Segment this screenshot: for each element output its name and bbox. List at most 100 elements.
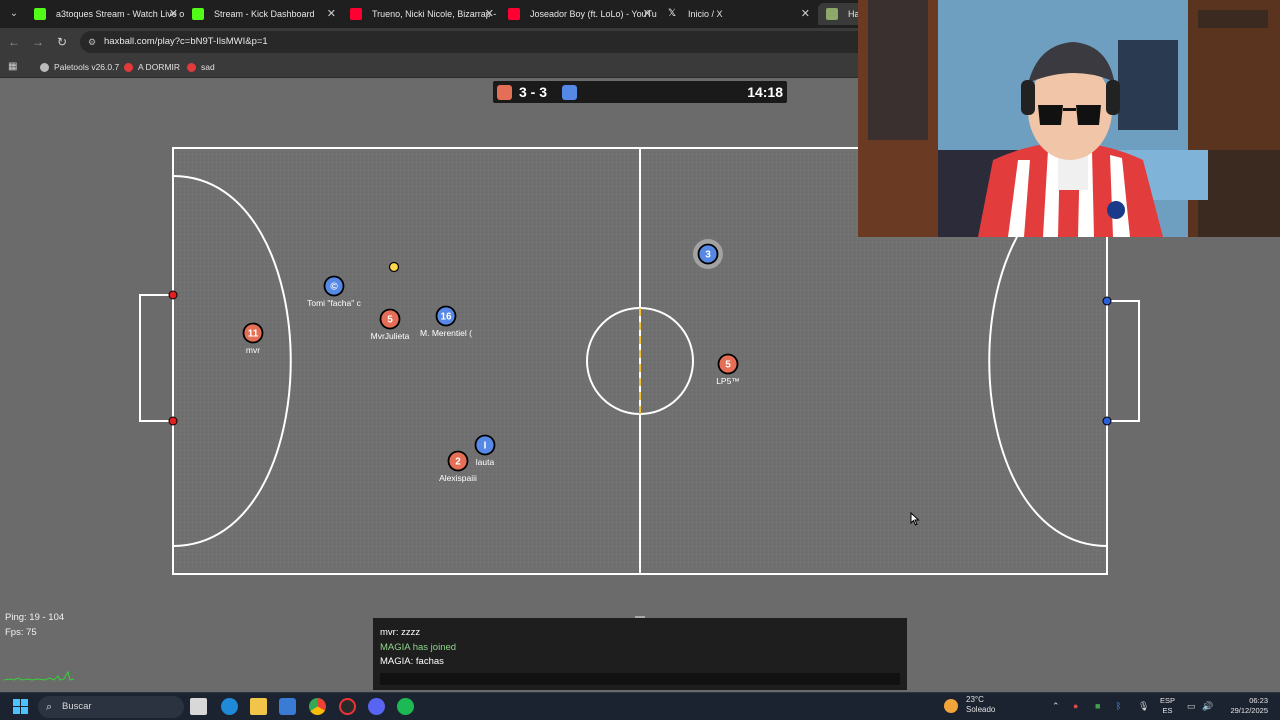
player-name-label: Tomi "facha" c [307, 298, 361, 308]
tab-x-home[interactable]: 𝕏 Inicio / X ✕ [658, 3, 816, 25]
weather-description: Soleado [966, 705, 996, 714]
discord-icon[interactable] [368, 698, 385, 715]
windows-start-icon[interactable] [12, 698, 29, 715]
search-icon: ⌕ [46, 701, 53, 713]
player-name-label: LP5™ [716, 376, 740, 386]
player-disc-blue: © [323, 275, 345, 297]
fps-graph [4, 670, 74, 681]
right-goal-post [1102, 296, 1112, 306]
language-code: ESP [1160, 696, 1176, 705]
haxball-favicon-icon [826, 8, 838, 20]
ping-text: Ping: 19 - 104 [5, 612, 65, 623]
back-arrow-icon[interactable]: ← [6, 34, 22, 50]
network-icon[interactable]: ▭ [1187, 701, 1196, 712]
tab-title: Inicio / X [688, 9, 723, 19]
kick-favicon-icon [192, 8, 204, 20]
tab-title: Stream - Kick Dashboard [214, 9, 315, 19]
player-disc-red: 5 [379, 308, 401, 330]
obs-icon[interactable] [339, 698, 356, 715]
weather-temperature: 23°C [966, 695, 984, 704]
player-number: I [484, 441, 487, 452]
search-placeholder: Buscar [62, 701, 92, 712]
youtube-bookmark-icon [187, 63, 196, 72]
score-text: 3 - 3 [519, 84, 548, 100]
microphone-icon[interactable]: 🎙 [1138, 701, 1149, 712]
player-name-label: lauta [475, 457, 495, 467]
player-name-label: MvrJulieta [370, 331, 410, 341]
file-explorer-icon[interactable] [250, 698, 267, 715]
streamer-webcam-image [858, 0, 1280, 237]
player-number: © [330, 282, 338, 293]
spotify-icon[interactable] [397, 698, 414, 715]
player-disc-blue: 16 [435, 305, 457, 327]
volume-icon[interactable]: 🔊 [1202, 701, 1213, 712]
player-name-label: M. Merentiel ( [420, 328, 472, 338]
tab-title: Trueno, Nicki Nicole, Bizarrap - [372, 9, 497, 19]
close-tab-icon[interactable]: ✕ [327, 3, 336, 25]
site-info-icon[interactable]: ⚙ [88, 31, 96, 53]
tray-nvidia-icon[interactable]: ■ [1095, 701, 1100, 711]
task-view-icon[interactable] [190, 698, 207, 715]
blue-team-square [562, 85, 577, 100]
chrome-icon[interactable] [309, 698, 326, 715]
tab-kick-dashboard[interactable]: Stream - Kick Dashboard ✕ [184, 3, 342, 25]
tab-title: Joseador Boy (ft. LoLo) - YouTu [530, 9, 657, 19]
tab-youtube-trueno[interactable]: Trueno, Nicki Nicole, Bizarrap - ✕ [342, 3, 500, 25]
tray-app-icon[interactable]: ● [1073, 701, 1078, 711]
chat-resize-handle[interactable] [635, 616, 645, 618]
tray-overflow-chevron-icon[interactable]: ⌃ [1052, 701, 1060, 712]
tab-youtube-joseador[interactable]: Joseador Boy (ft. LoLo) - YouTu ✕ [500, 3, 658, 25]
close-tab-icon[interactable]: ✕ [169, 3, 178, 25]
clock-time: 06:23 [1249, 696, 1268, 705]
bookmark-sad[interactable]: sad [187, 60, 215, 74]
red-team-square [497, 85, 512, 100]
close-tab-icon[interactable]: ✕ [801, 3, 810, 25]
weather-widget[interactable]: 23°C Soleado [944, 695, 995, 715]
scoreboard: 3 - 3 14:18 [493, 81, 787, 103]
player-disc-blue: I [474, 434, 496, 456]
windows-taskbar: ⌕ Buscar 23°C Soleado ⌃ ● ■ ᛒ 🎙 ESP ES ▭… [0, 692, 1280, 720]
ball [388, 261, 400, 273]
taskbar-clock[interactable]: 06:23 29/12/2025 [1222, 696, 1268, 716]
player-number: 5 [387, 315, 393, 326]
bookmark-paletools[interactable]: Paletools v26.0.7 [40, 60, 119, 74]
bookmark-label: Paletools v26.0.7 [54, 62, 120, 72]
url-text: haxball.com/play?c=bN9T-IlsMWI&p=1 [104, 36, 268, 47]
taskbar-search[interactable]: ⌕ Buscar [38, 696, 184, 718]
apps-grid-icon[interactable]: ▦ [8, 60, 17, 74]
left-goal-post [168, 290, 178, 300]
network-stats: Ping: 19 - 104 Fps: 75 [5, 610, 64, 640]
x-favicon-icon: 𝕏 [666, 8, 678, 20]
player-number: 11 [248, 329, 259, 340]
reload-icon[interactable]: ↻ [54, 34, 70, 50]
close-tab-icon[interactable]: ✕ [643, 3, 652, 25]
edge-browser-icon[interactable] [221, 698, 238, 715]
player-number: 2 [455, 457, 461, 468]
tab-title: a3toques Stream - Watch Live o [56, 9, 184, 19]
youtube-favicon-icon [350, 8, 362, 20]
youtube-bookmark-icon [124, 63, 133, 72]
player-name-label: Alexispaiii [439, 473, 477, 483]
chat-message: MAGIA: fachas [380, 656, 444, 667]
right-goal-net [1107, 300, 1140, 422]
bluetooth-icon[interactable]: ᛒ [1116, 701, 1121, 711]
forward-arrow-icon[interactable]: → [30, 34, 46, 50]
tab-a3toques[interactable]: a3toques Stream - Watch Live o ✕ [26, 3, 184, 25]
chat-message: mvr: zzzz [380, 627, 421, 638]
url-field[interactable]: ⚙ haxball.com/play?c=bN9T-IlsMWI&p=1 [80, 31, 940, 53]
keyboard-language[interactable]: ESP ES [1160, 696, 1175, 716]
match-timer: 14:18 [747, 84, 783, 100]
microsoft-store-icon[interactable] [279, 698, 296, 715]
bookmark-a-dormir[interactable]: A DORMIR [124, 60, 180, 74]
player-number: 16 [440, 312, 452, 323]
webcam-overlay [858, 0, 1280, 237]
kick-favicon-icon [34, 8, 46, 20]
player-number: 5 [725, 360, 731, 371]
tab-search-chevron-icon[interactable]: ⌄ [6, 6, 22, 22]
close-tab-icon[interactable]: ✕ [485, 3, 494, 25]
chat-input[interactable] [380, 673, 900, 685]
player-disc-blue: 3 [693, 239, 723, 269]
screen: ⌄ a3toques Stream - Watch Live o ✕ Strea… [0, 0, 1280, 720]
keyboard-layout: ES [1162, 706, 1173, 715]
bookmark-label: A DORMIR [138, 62, 181, 72]
